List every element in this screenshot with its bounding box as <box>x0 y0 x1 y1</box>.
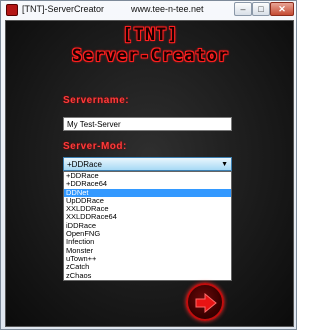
dropdown-item[interactable]: DDNet <box>64 188 231 197</box>
servername-label: Servername: <box>63 95 130 106</box>
logo-subtitle: Server-Creator <box>71 46 230 66</box>
dropdown-item[interactable]: +DDRace64 <box>64 180 231 188</box>
dropdown-item[interactable]: XXLDDRace64 <box>64 213 231 221</box>
maximize-button[interactable]: □ <box>252 2 270 16</box>
dropdown-item[interactable]: zCatch <box>64 263 231 271</box>
dropdown-item[interactable]: Monster <box>64 247 231 255</box>
dropdown-item[interactable]: UpDDRace <box>64 197 231 205</box>
dropdown-item[interactable]: +DDRace <box>64 172 231 180</box>
chevron-down-icon[interactable]: ▼ <box>221 159 228 170</box>
close-button[interactable]: ✕ <box>270 2 294 16</box>
minimize-button[interactable]: – <box>234 2 252 16</box>
window-title: [TNT]-ServerCreator <box>22 4 105 14</box>
window-url: www.tee-n-tee.net <box>131 4 204 14</box>
servername-input[interactable] <box>63 117 232 131</box>
arrow-right-icon <box>195 293 217 313</box>
dropdown-item[interactable]: iDDRace <box>64 222 231 230</box>
dropdown-item[interactable]: OpenFNG <box>64 230 231 238</box>
main-panel: [TNT] Server-Creator Servername: Server-… <box>5 20 294 327</box>
app-window: [TNT]-ServerCreator www.tee-n-tee.net – … <box>0 0 297 330</box>
servermod-select[interactable]: +DDRace ▼ <box>63 157 232 171</box>
dropdown-item[interactable]: zChaos <box>64 272 231 280</box>
title-bar[interactable]: [TNT]-ServerCreator www.tee-n-tee.net – … <box>1 1 296 19</box>
tnt-app-icon[interactable] <box>6 4 18 16</box>
servermod-dropdown-list: +DDRace +DDRace64 DDNet UpDDRace XXLDDRace XX… <box>63 171 232 281</box>
dropdown-item[interactable]: XXLDDRace <box>64 205 231 213</box>
servermod-selected-value: +DDRace <box>67 160 102 169</box>
servermod-label: Server-Mod: <box>63 141 127 152</box>
logo-title: [TNT] <box>122 25 179 45</box>
dropdown-item[interactable]: uTown++ <box>64 255 231 263</box>
next-button[interactable] <box>186 283 224 321</box>
dropdown-item[interactable]: Infection <box>64 238 231 246</box>
